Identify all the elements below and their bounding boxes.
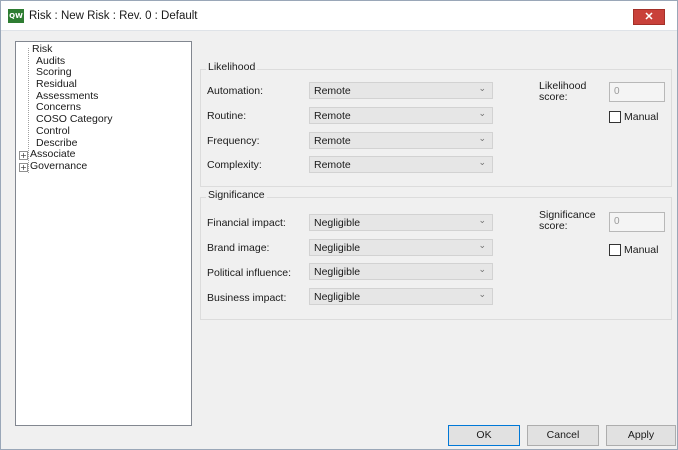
significance-group: Significance Financial impact: Negligibl… (200, 189, 672, 320)
chevron-down-icon: ⌄ (478, 241, 486, 251)
brand-image-select[interactable]: Negligible ⌄ (309, 239, 493, 256)
likelihood-group: Likelihood Automation: Remote ⌄ Routine:… (200, 61, 672, 187)
likelihood-manual-checkbox[interactable]: Manual (609, 111, 658, 125)
complexity-select[interactable]: Remote ⌄ (309, 156, 493, 173)
tree-item-label: Governance (30, 159, 88, 172)
tree-item-label: Assessments (36, 89, 99, 102)
tree-item-label: Concerns (36, 101, 81, 114)
complexity-label: Complexity: (207, 159, 262, 171)
political-influence-label: Political influence: (207, 267, 292, 279)
close-icon: ✕ (644, 11, 654, 23)
complexity-value: Remote (314, 159, 351, 171)
app-logo-icon: QW (8, 9, 24, 23)
significance-score-field[interactable]: 0 (609, 212, 665, 232)
chevron-down-icon: ⌄ (478, 265, 486, 275)
expand-plus-icon[interactable]: + (19, 162, 28, 172)
tree-item-governance[interactable]: + Governance (16, 159, 191, 173)
cancel-button[interactable]: Cancel (527, 425, 599, 446)
likelihood-score-field[interactable]: 0 (609, 82, 665, 102)
manual-label: Manual (624, 244, 659, 257)
tree-item-label: Audits (36, 54, 66, 67)
likelihood-score-label: Likelihood score: (539, 81, 586, 103)
chevron-down-icon: ⌄ (478, 109, 486, 119)
likelihood-group-title: Likelihood (206, 61, 258, 73)
likelihood-score-label-line2: score: (539, 91, 568, 103)
routine-label: Routine: (207, 110, 247, 122)
expand-plus-icon[interactable]: + (19, 151, 28, 161)
chevron-down-icon: ⌄ (478, 216, 486, 226)
tree-item-label: Residual (36, 78, 77, 91)
tree-item-label: Scoring (36, 66, 72, 79)
financial-impact-value: Negligible (314, 217, 361, 229)
brand-image-value: Negligible (314, 242, 361, 254)
manual-label: Manual (624, 111, 659, 124)
business-impact-value: Negligible (314, 291, 361, 303)
checkbox-box[interactable] (609, 244, 621, 257)
close-button[interactable]: ✕ (633, 9, 665, 25)
chevron-down-icon: ⌄ (478, 158, 486, 168)
financial-impact-label: Financial impact: (207, 217, 286, 229)
brand-image-label: Brand image: (207, 242, 270, 254)
routine-value: Remote (314, 110, 351, 122)
tree-item-label: Control (36, 124, 70, 137)
automation-label: Automation: (207, 85, 264, 97)
significance-group-title: Significance (206, 189, 267, 201)
financial-impact-select[interactable]: Negligible ⌄ (309, 214, 493, 231)
apply-button[interactable]: Apply (606, 425, 676, 446)
frequency-value: Remote (314, 135, 351, 147)
business-impact-select[interactable]: Negligible ⌄ (309, 288, 493, 305)
tree-item-label: COSO Category (36, 113, 113, 126)
automation-value: Remote (314, 85, 351, 97)
window-title: Risk : New Risk : Rev. 0 : Default (29, 10, 198, 22)
chevron-down-icon: ⌄ (478, 290, 486, 300)
tree-item-label: Associate (30, 148, 76, 161)
political-influence-value: Negligible (314, 266, 361, 278)
routine-select[interactable]: Remote ⌄ (309, 107, 493, 124)
significance-score-label-line2: score: (539, 220, 568, 232)
chevron-down-icon: ⌄ (478, 134, 486, 144)
checkbox-box[interactable] (609, 111, 621, 124)
frequency-select[interactable]: Remote ⌄ (309, 132, 493, 149)
chevron-down-icon: ⌄ (478, 84, 486, 94)
political-influence-select[interactable]: Negligible ⌄ (309, 263, 493, 280)
risk-dialog-window: QW Risk : New Risk : Rev. 0 : Default ✕ … (0, 0, 678, 450)
tree-item-label: Describe (36, 136, 78, 149)
title-bar[interactable]: QW Risk : New Risk : Rev. 0 : Default ✕ (1, 1, 677, 31)
business-impact-label: Business impact: (207, 292, 287, 304)
tree-item-label: Risk (32, 43, 53, 55)
automation-select[interactable]: Remote ⌄ (309, 82, 493, 99)
navigation-tree[interactable]: Risk Audits Scoring Residual Assessments… (15, 41, 192, 426)
frequency-label: Frequency: (207, 135, 260, 147)
significance-manual-checkbox[interactable]: Manual (609, 244, 658, 258)
ok-button[interactable]: OK (448, 425, 520, 446)
significance-score-label: Significance score: (539, 210, 596, 232)
